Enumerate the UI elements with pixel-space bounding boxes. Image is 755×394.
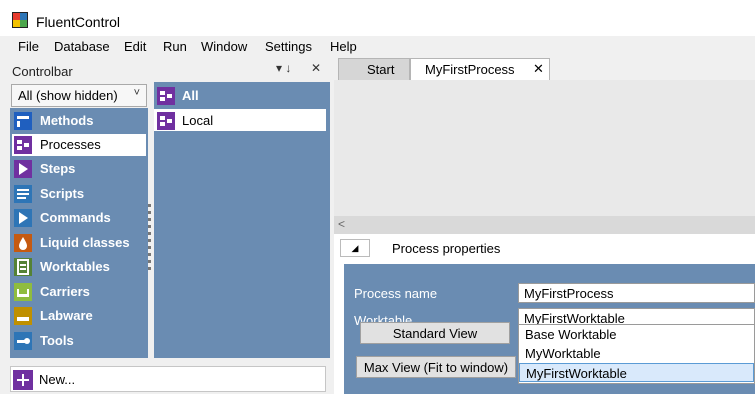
process-name-label: Process name (354, 286, 438, 301)
menu-settings[interactable]: Settings (265, 39, 312, 54)
category-processes[interactable]: Processes (12, 134, 146, 156)
menu-help[interactable]: Help (330, 39, 357, 54)
menu-bar: File Database Edit Run Window Settings H… (0, 36, 755, 58)
category-methods[interactable]: Methods (12, 110, 146, 132)
controlbar-pin-icon[interactable]: ▾ ↓ (276, 61, 291, 75)
worktable-option[interactable]: Base Worktable (519, 325, 754, 344)
worktable-option-selected[interactable]: MyFirstWorktable (519, 363, 754, 382)
category-commands[interactable]: Commands (12, 207, 146, 229)
standard-view-label: Standard View (392, 326, 478, 341)
new-button[interactable]: New... (10, 366, 326, 392)
menu-file[interactable]: File (18, 39, 39, 54)
tools-icon (14, 332, 32, 350)
category-scripts[interactable]: Scripts (12, 183, 146, 205)
menu-edit[interactable]: Edit (124, 39, 146, 54)
methods-icon (14, 112, 32, 130)
category-label: Labware (40, 308, 93, 323)
option-label: Base Worktable (525, 327, 617, 342)
max-view-button[interactable]: Max View (Fit to window) (356, 356, 516, 378)
category-liquid-classes[interactable]: Liquid classes (12, 232, 146, 254)
category-labware[interactable]: Labware (12, 305, 146, 327)
option-label: MyWorktable (525, 346, 601, 361)
filter-dropdown-value: All (show hidden) (18, 88, 118, 103)
category-steps[interactable]: Steps (12, 158, 146, 180)
group-item-local[interactable]: Local (154, 109, 326, 131)
process-name-value: MyFirstProcess (524, 286, 614, 301)
scripts-icon (14, 185, 32, 203)
category-label: Commands (40, 210, 111, 225)
option-label: MyFirstWorktable (526, 366, 627, 381)
liquid-classes-icon (14, 234, 32, 252)
tab-myfirstprocess[interactable]: MyFirstProcess ✕ (410, 58, 550, 80)
app-logo-icon (12, 12, 28, 28)
category-label: Steps (40, 161, 76, 176)
category-tools[interactable]: Tools (12, 330, 146, 352)
category-list: Methods Processes Steps Scripts Commands… (10, 108, 148, 358)
group-list: All Local (154, 82, 330, 358)
standard-view-button[interactable]: Standard View (360, 322, 510, 344)
max-view-label: Max View (Fit to window) (363, 360, 509, 375)
category-label: Worktables (40, 259, 110, 274)
process-name-field[interactable]: MyFirstProcess (518, 283, 755, 303)
category-label: Liquid classes (40, 235, 130, 250)
collapse-toggle-icon[interactable]: ◢ (340, 239, 370, 257)
tab-start[interactable]: Start (338, 58, 410, 80)
category-label: Tools (40, 333, 74, 348)
worktables-icon (14, 258, 32, 276)
tab-label: Start (367, 62, 395, 77)
new-button-label: New... (39, 372, 76, 387)
group-item-all[interactable]: All (154, 84, 326, 106)
controlbar-header: Controlbar ▾ ↓ ✕ (0, 58, 330, 82)
plus-icon (13, 370, 33, 390)
app-title: FluentControl (36, 14, 121, 30)
horizontal-splitter-handle[interactable] (152, 360, 182, 372)
labware-icon (14, 307, 32, 325)
vertical-splitter-handle[interactable] (148, 204, 152, 296)
worktable-options-list: Base Worktable MyWorktable MyFirstWorkta… (518, 324, 755, 384)
steps-icon (14, 160, 32, 178)
worktable-option[interactable]: MyWorktable (519, 344, 754, 363)
process-properties-title: Process properties (392, 241, 501, 256)
category-label: Methods (40, 113, 94, 128)
processes-icon (157, 87, 175, 105)
category-label: Processes (40, 137, 101, 152)
processes-icon (14, 136, 32, 154)
processes-icon (157, 112, 175, 130)
menu-run[interactable]: Run (163, 39, 187, 54)
category-carriers[interactable]: Carriers (12, 281, 146, 303)
process-properties-section: ◢ Process properties Process name MyFirs… (334, 234, 755, 394)
tab-strip: Start MyFirstProcess ✕ (334, 58, 755, 80)
close-icon[interactable]: ✕ (533, 61, 544, 77)
controlbar-title: Controlbar (12, 64, 73, 79)
controlbar-panel: Controlbar ▾ ↓ ✕ All (show hidden) ˅ Met… (0, 58, 330, 394)
group-label: Local (182, 113, 214, 128)
tab-label: MyFirstProcess (425, 62, 515, 77)
commands-icon (14, 209, 32, 227)
carriers-icon (14, 283, 32, 301)
category-worktables[interactable]: Worktables (12, 256, 146, 278)
menu-database[interactable]: Database (54, 39, 110, 54)
category-label: Scripts (40, 186, 85, 201)
menu-window[interactable]: Window (201, 39, 247, 54)
group-label: All (182, 88, 199, 103)
chevron-down-icon: ˅ (133, 87, 140, 99)
title-bar: FluentControl (0, 0, 755, 36)
category-label: Carriers (40, 284, 90, 299)
scroll-left-icon[interactable]: < (338, 217, 345, 231)
controlbar-close-icon[interactable]: ✕ (311, 61, 321, 75)
horizontal-scrollbar[interactable]: < (334, 216, 755, 234)
filter-dropdown[interactable]: All (show hidden) ˅ (11, 84, 147, 107)
process-properties-panel: Process name MyFirstProcess Worktable My… (344, 264, 755, 394)
editor-content: < ◢ Process properties Process name MyFi… (334, 80, 755, 394)
